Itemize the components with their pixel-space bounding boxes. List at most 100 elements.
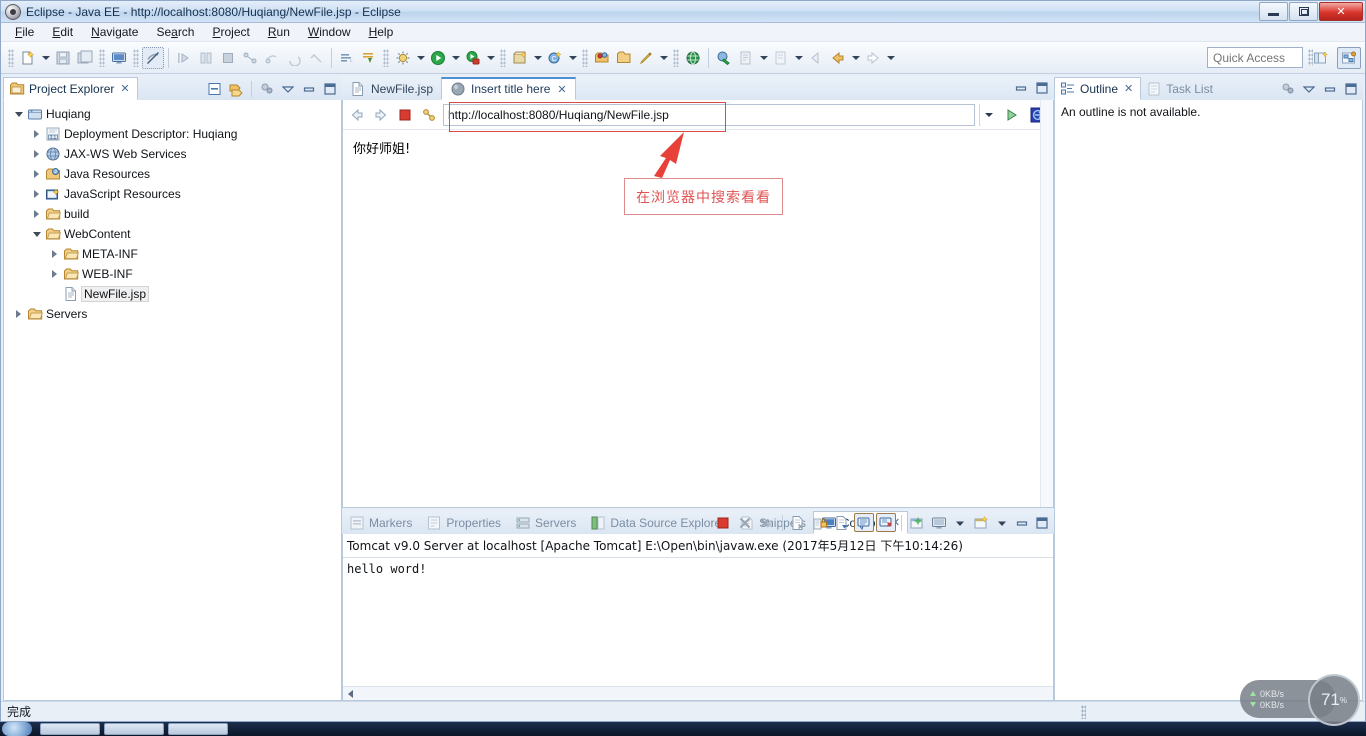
tree-item-java-resources[interactable]: J Java Resources xyxy=(4,164,341,184)
step-over-icon[interactable] xyxy=(195,47,217,69)
validate-icon[interactable] xyxy=(305,47,327,69)
open-console-icon[interactable] xyxy=(108,47,130,69)
tree-item-build[interactable]: build xyxy=(4,204,341,224)
run-external-dropdown-icon[interactable] xyxy=(484,47,497,69)
tree-twisty-icon[interactable] xyxy=(12,310,25,318)
run-dropdown-icon[interactable] xyxy=(449,47,462,69)
new-class-icon[interactable]: C xyxy=(544,47,566,69)
view-menu-icon[interactable] xyxy=(279,80,297,97)
back-arrow-icon[interactable] xyxy=(347,105,367,125)
url-history-dropdown-icon[interactable] xyxy=(979,103,997,126)
run-last-tool-icon[interactable] xyxy=(358,47,380,69)
scroll-left-icon[interactable] xyxy=(343,688,357,700)
back-icon[interactable] xyxy=(827,47,849,69)
minimize-editor-icon[interactable] xyxy=(1012,79,1030,96)
toolbar-grip[interactable] xyxy=(383,48,389,67)
toolbar-grip[interactable] xyxy=(8,48,14,67)
tree-twisty-icon[interactable] xyxy=(30,190,43,198)
menu-navigate[interactable]: Navigate xyxy=(83,23,146,41)
menu-edit[interactable]: Edit xyxy=(44,23,81,41)
new-task-icon[interactable] xyxy=(735,47,757,69)
tree-item-web-inf[interactable]: WEB-INF xyxy=(4,264,341,284)
close-button[interactable]: ✕ xyxy=(1319,2,1363,21)
open-console-dropdown-icon[interactable] xyxy=(876,513,896,532)
search-dropdown-icon[interactable] xyxy=(657,47,670,69)
open-perspective-button[interactable] xyxy=(1309,47,1333,69)
tab-outline[interactable]: Outline ✕ xyxy=(1054,77,1142,100)
tree-item-deployment-descriptor-huqiang[interactable]: 3.1 Deployment Descriptor: Huqiang xyxy=(4,124,341,144)
project-tree[interactable]: Huqiang 3.1 Deployment Descriptor: Huqiang… xyxy=(4,100,341,324)
collapse-all-icon[interactable] xyxy=(206,80,224,97)
taskbar-item[interactable] xyxy=(168,723,228,735)
maximize-view-icon[interactable] xyxy=(321,80,339,97)
forward-arrow-icon[interactable] xyxy=(371,105,391,125)
tab-properties[interactable]: Properties xyxy=(419,511,508,534)
console-horizontal-scrollbar[interactable] xyxy=(343,686,1053,700)
tree-item-meta-inf[interactable]: META-INF xyxy=(4,244,341,264)
tab-data-source-explorer[interactable]: Data Source Explorer xyxy=(583,511,732,534)
go-icon[interactable] xyxy=(1001,104,1023,126)
remove-console-icon[interactable] xyxy=(735,513,755,532)
terminate-console-icon[interactable] xyxy=(713,513,733,532)
search-icon[interactable] xyxy=(635,47,657,69)
tab-markers[interactable]: Markers xyxy=(342,511,419,534)
stop-icon[interactable] xyxy=(395,105,415,125)
pin-view-dropdown-icon[interactable] xyxy=(993,514,1011,531)
tree-item-javascript-resources[interactable]: JavaScript Resources xyxy=(4,184,341,204)
tree-twisty-icon[interactable] xyxy=(30,210,43,218)
terminate-icon[interactable] xyxy=(217,47,239,69)
java-ee-perspective-button[interactable] xyxy=(1337,47,1361,69)
minimize-outline-icon[interactable] xyxy=(1321,80,1339,97)
open-web-browser-icon[interactable] xyxy=(682,47,704,69)
tree-item-jax-ws-web-services[interactable]: JAX-WS Web Services xyxy=(4,144,341,164)
task-repositories-icon[interactable] xyxy=(770,47,792,69)
remove-all-consoles-icon[interactable] xyxy=(757,513,777,532)
menu-run[interactable]: Run xyxy=(260,23,298,41)
forward-icon[interactable] xyxy=(862,47,884,69)
close-icon[interactable]: ✕ xyxy=(1124,82,1133,95)
previous-annotation-icon[interactable] xyxy=(805,47,827,69)
outline-view-menu-icon[interactable] xyxy=(1300,80,1318,97)
build-icon[interactable] xyxy=(239,47,261,69)
toolbar-grip[interactable] xyxy=(673,48,679,67)
editor-tab-insert-title-here[interactable]: Insert title here ✕ xyxy=(441,77,576,100)
new-console-view-icon[interactable] xyxy=(907,513,927,532)
new-task-dropdown-icon[interactable] xyxy=(757,47,770,69)
tree-item-servers[interactable]: Servers xyxy=(4,304,341,324)
skip-breakpoints-icon[interactable] xyxy=(336,47,358,69)
editor-tab-newfile-jsp[interactable]: NewFile.jsp xyxy=(342,77,441,100)
menu-help[interactable]: Help xyxy=(361,23,402,41)
status-bar-grip[interactable] xyxy=(1081,705,1086,719)
open-resource-icon[interactable] xyxy=(613,47,635,69)
close-icon[interactable]: ✕ xyxy=(557,83,566,96)
outline-extra-menu-icon[interactable] xyxy=(1279,80,1297,97)
view-menu-extra-icon[interactable] xyxy=(258,80,276,97)
refresh-toolbar-icon[interactable] xyxy=(283,47,305,69)
tab-project-explorer[interactable]: Project Explorer ✕ xyxy=(3,77,138,100)
tree-twisty-icon[interactable] xyxy=(30,232,43,237)
save-all-icon[interactable] xyxy=(74,47,96,69)
run-icon[interactable] xyxy=(427,47,449,69)
save-icon[interactable] xyxy=(52,47,74,69)
task-repositories-dropdown-icon[interactable] xyxy=(792,47,805,69)
run-external-tools-icon[interactable] xyxy=(462,47,484,69)
back-dropdown-icon[interactable] xyxy=(849,47,862,69)
open-type-icon[interactable] xyxy=(591,47,613,69)
link-with-editor-icon[interactable] xyxy=(227,80,245,97)
new-class-dropdown-icon[interactable] xyxy=(566,47,579,69)
minimize-button[interactable] xyxy=(1259,2,1288,21)
menu-file[interactable]: File xyxy=(7,23,42,41)
scroll-lock-icon[interactable] xyxy=(810,513,830,532)
toggle-breakpoint-icon[interactable] xyxy=(142,46,164,69)
toolbar-grip[interactable] xyxy=(99,48,105,67)
maximize-editor-icon[interactable] xyxy=(1033,79,1051,96)
tree-twisty-icon[interactable] xyxy=(48,270,61,278)
new-java-package-dropdown-icon[interactable] xyxy=(531,47,544,69)
tree-item-webcontent[interactable]: WebContent xyxy=(4,224,341,244)
deploy-icon[interactable] xyxy=(261,47,283,69)
tree-twisty-icon[interactable] xyxy=(30,130,43,138)
pin-view-icon[interactable] xyxy=(971,513,991,532)
refresh-icon[interactable] xyxy=(419,105,439,125)
url-input[interactable]: http://localhost:8080/Huqiang/NewFile.js… xyxy=(443,103,975,126)
step-into-icon[interactable] xyxy=(173,47,195,69)
